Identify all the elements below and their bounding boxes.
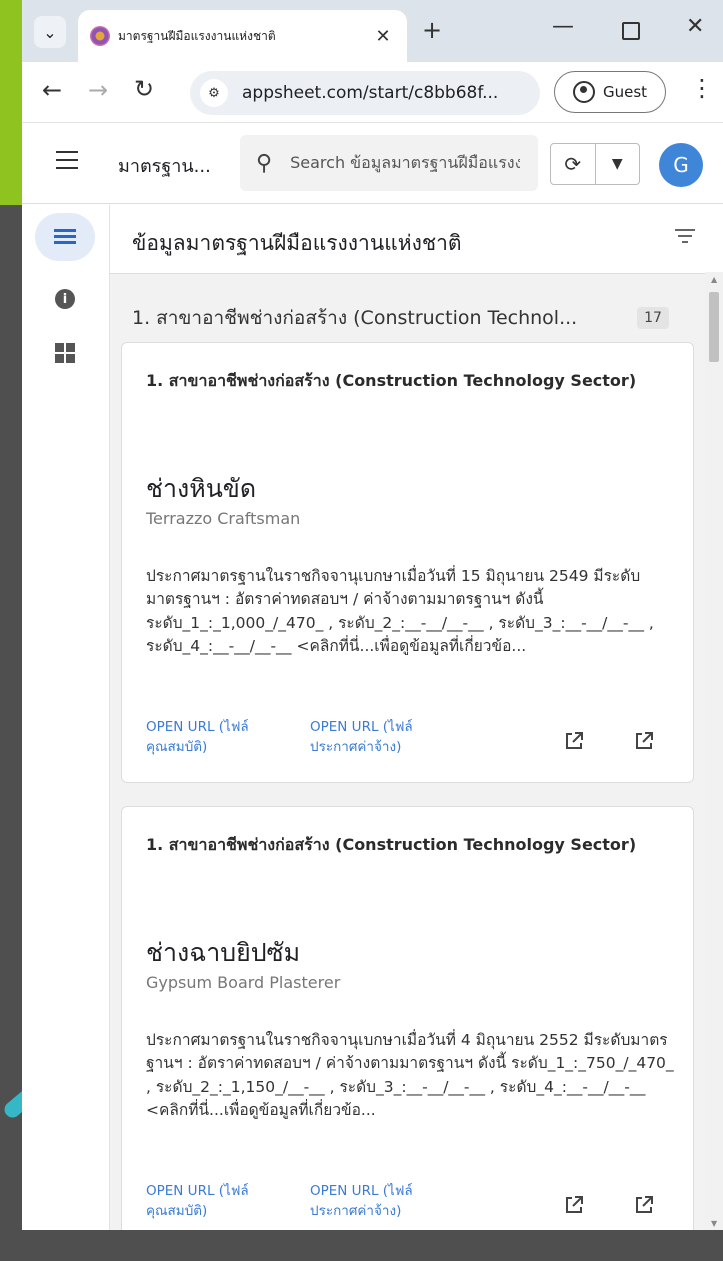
scroll-thumb[interactable] [709, 292, 719, 362]
group-count-badge: 17 [637, 307, 669, 329]
back-icon[interactable]: ← [42, 76, 62, 104]
browser-window: ⌄ มาตรฐานฝีมือแรงงานแห่งชาติ ✕ + — ✕ ← →… [22, 0, 723, 1230]
forward-icon[interactable]: → [88, 76, 108, 104]
card-subtitle: Gypsum Board Plasterer [146, 973, 341, 992]
app-title: มาตรฐาน... [118, 156, 211, 177]
favicon-icon [90, 26, 110, 46]
caret-down-icon[interactable]: ▼ [596, 144, 640, 184]
nav-list-view[interactable] [35, 213, 95, 261]
open-url-qualification-link[interactable]: OPEN URL (ไฟล์คุณสมบัติ) [146, 717, 286, 758]
external-link-icon[interactable] [564, 731, 584, 751]
sync-control: ⟳ ▼ [550, 143, 640, 185]
tab-search-button[interactable]: ⌄ [34, 16, 66, 48]
browser-toolbar: ← → ↻ ⚙ appsheet.com/start/c8bb68f... Gu… [22, 62, 723, 123]
search-input[interactable]: ⚲ Search ข้อมูลมาตรฐานฝีมือแรงงานแห่งชาต… [240, 135, 538, 191]
external-link-icon[interactable] [564, 1195, 584, 1215]
guest-profile-icon [572, 81, 595, 103]
card-title: ช่างฉาบยิปซัม [146, 938, 301, 967]
card-description: ประกาศมาตรฐานในราชกิจจานุเบกษาเมื่อวันที… [146, 1031, 674, 1119]
url-text: appsheet.com/start/c8bb68f... [242, 83, 499, 103]
minimize-icon[interactable]: — [552, 14, 574, 39]
grid-icon [55, 343, 75, 363]
search-icon: ⚲ [256, 150, 273, 176]
card-sector: 1. สาขาอาชีพช่างก่อสร้าง (Construction T… [146, 835, 637, 854]
card-subtitle: Terrazzo Craftsman [146, 509, 301, 528]
group-header[interactable]: 1. สาขาอาชีพช่างก่อสร้าง (Construction T… [132, 303, 577, 333]
view-title: ข้อมูลมาตรฐานฝีมือแรงงานแห่งชาติ [132, 231, 462, 255]
maximize-icon[interactable] [622, 22, 640, 40]
hamburger-icon[interactable] [56, 151, 78, 169]
plus-icon[interactable]: + [422, 16, 442, 44]
nav-info-view[interactable]: i [35, 275, 95, 323]
sync-icon[interactable]: ⟳ [551, 144, 596, 184]
external-link-icon[interactable] [634, 731, 654, 751]
card-title: ช่างหินขัด [146, 474, 257, 503]
open-url-wage-link[interactable]: OPEN URL (ไฟล์ประกาศค่าจ้าง) [310, 1181, 450, 1222]
info-icon: i [55, 289, 75, 309]
view-header: ข้อมูลมาตรฐานฝีมือแรงงานแห่งชาติ [110, 205, 705, 274]
card-sector: 1. สาขาอาชีพช่างก่อสร้าง (Construction T… [146, 371, 637, 390]
scroll-up-icon[interactable]: ▲ [711, 275, 717, 284]
list-item[interactable]: 1. สาขาอาชีพช่างก่อสร้าง (Construction T… [121, 342, 694, 783]
close-icon[interactable]: ✕ [369, 26, 397, 47]
app-header: มาตรฐาน... ⚲ Search ข้อมูลมาตรฐานฝีมือแร… [22, 123, 723, 204]
open-url-qualification-link[interactable]: OPEN URL (ไฟล์คุณสมบัติ) [146, 1181, 286, 1222]
scroll-down-icon[interactable]: ▼ [711, 1219, 717, 1228]
open-url-wage-link[interactable]: OPEN URL (ไฟล์ประกาศค่าจ้าง) [310, 717, 450, 758]
card-description: ประกาศมาตรฐานในราชกิจจานุเบกษาเมื่อวันที… [146, 567, 654, 655]
nav-rail: i [22, 205, 110, 1230]
guest-label: Guest [602, 83, 648, 101]
list-item[interactable]: 1. สาขาอาชีพช่างก่อสร้าง (Construction T… [121, 806, 694, 1230]
chevron-down-icon: ⌄ [43, 22, 57, 42]
address-bar[interactable]: ⚙ appsheet.com/start/c8bb68f... [190, 71, 540, 115]
tab-title: มาตรฐานฝีมือแรงงานแห่งชาติ [118, 28, 276, 43]
scrollbar[interactable]: ▲ ▼ [705, 272, 723, 1230]
nav-grid-view[interactable] [35, 329, 95, 377]
site-settings-icon[interactable]: ⚙ [200, 79, 228, 107]
guest-profile-button[interactable]: Guest [554, 71, 666, 113]
search-placeholder: Search ข้อมูลมาตรฐานฝีมือแรงงานแห่งชาติ [290, 152, 521, 172]
avatar[interactable]: G [659, 143, 703, 187]
tab-strip: ⌄ มาตรฐานฝีมือแรงงานแห่งชาติ ✕ + — ✕ [22, 0, 723, 62]
main-content: ข้อมูลมาตรฐานฝีมือแรงงานแห่งชาติ 1. สาขา… [110, 205, 705, 1230]
external-link-icon[interactable] [634, 1195, 654, 1215]
reload-icon[interactable]: ↻ [134, 75, 154, 103]
list-icon [54, 229, 76, 245]
kebab-menu-icon[interactable]: ⋮ [690, 74, 714, 102]
browser-tab[interactable]: มาตรฐานฝีมือแรงงานแห่งชาติ ✕ [78, 10, 407, 62]
filter-icon[interactable] [675, 229, 695, 245]
window-close-icon[interactable]: ✕ [686, 14, 704, 39]
